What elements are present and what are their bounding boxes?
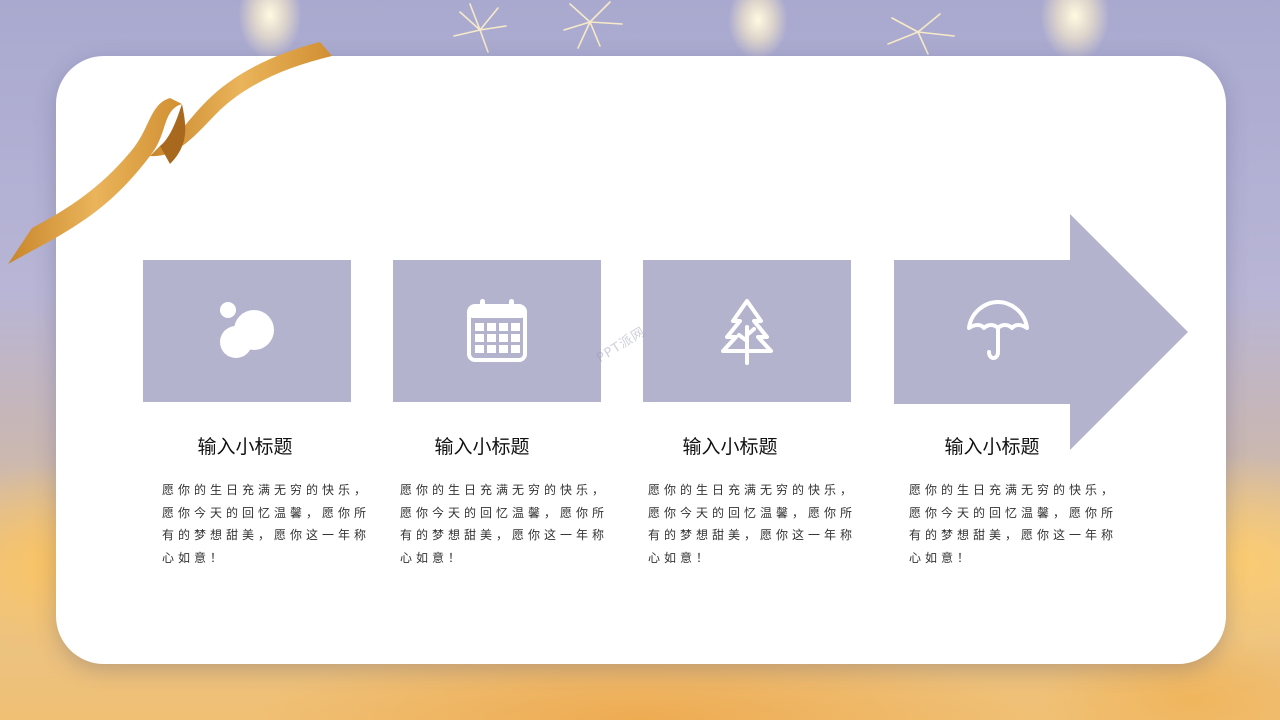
step-title-4: 输入小标题 [944,436,1040,458]
calendar-icon [467,299,527,362]
slide: 输入小标题 输入小标题 输入小标题 输入小标题 愿你的生日充满无穷的快乐，愿你今… [0,0,1280,720]
step-box-3 [643,260,851,402]
step-box-1 [143,260,351,402]
step-desc-1: 愿你的生日充满无穷的快乐，愿你今天的回忆温馨，愿你所有的梦想甜美，愿你这一年称心… [162,483,371,565]
step-desc-2: 愿你的生日充满无穷的快乐，愿你今天的回忆温馨，愿你所有的梦想甜美，愿你这一年称心… [400,483,609,565]
step-desc-4: 愿你的生日充满无穷的快乐，愿你今天的回忆温馨，愿你所有的梦想甜美，愿你这一年称心… [909,483,1118,565]
sparkler-icon [453,1,623,53]
candle-glow-center [728,0,788,60]
step-desc-3: 愿你的生日充满无穷的快乐，愿你今天的回忆温馨，愿你所有的梦想甜美，愿你这一年称心… [648,483,857,565]
ribbon-decoration [8,42,332,264]
step-title-1: 输入小标题 [197,436,293,458]
step-title-3: 输入小标题 [682,436,778,458]
step-box-4 [894,260,1102,402]
umbrella-icon [967,300,1029,360]
step-box-2 [393,260,601,402]
tree-icon [721,299,773,365]
candle-glow-right [1040,0,1110,62]
step-title-2: 输入小标题 [434,436,530,458]
bubbles-icon [220,302,274,358]
sparkler-icon [887,13,955,55]
